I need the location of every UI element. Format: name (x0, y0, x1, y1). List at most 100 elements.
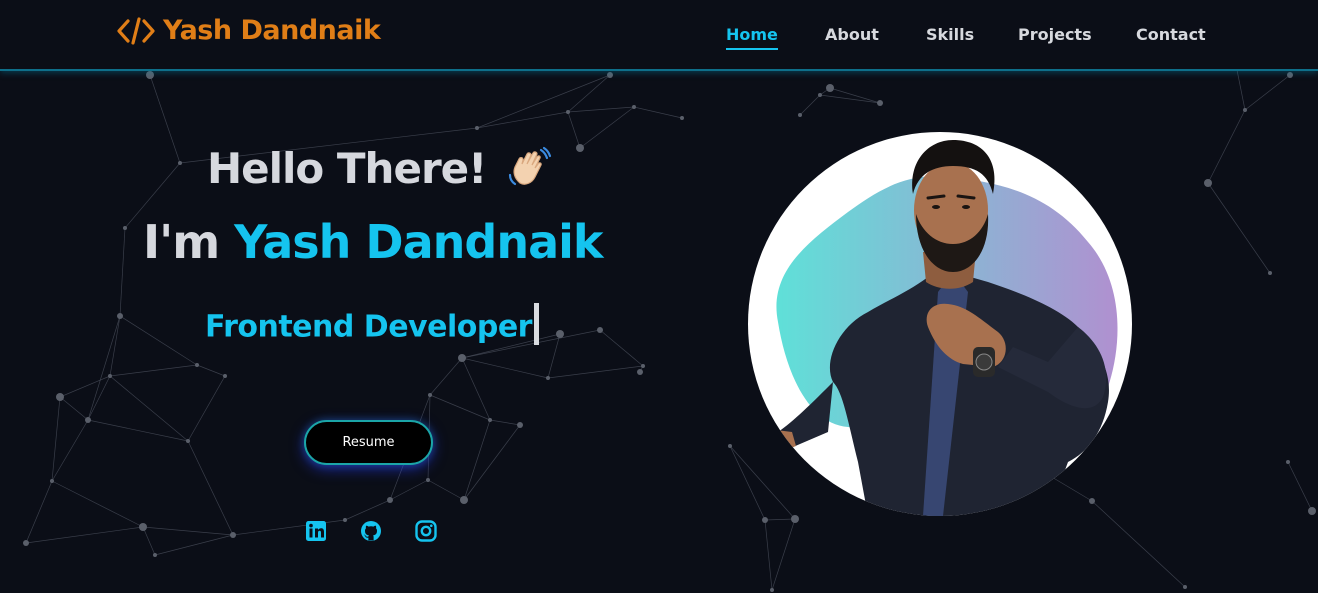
particle-dot (1268, 271, 1272, 275)
particle-link (579, 106, 635, 149)
particle-link (109, 364, 198, 377)
particle-dot (791, 515, 799, 523)
particle-dot (56, 393, 64, 401)
intro-prefix: I'm (143, 215, 220, 269)
particle-link (109, 375, 189, 442)
particle-link (567, 74, 611, 113)
particle-link (764, 519, 773, 591)
particle-dot (877, 100, 883, 106)
particle-dot (1183, 585, 1187, 589)
particle-link (764, 518, 796, 521)
particle-dot (460, 496, 468, 504)
particle-dot (1089, 498, 1095, 504)
particle-link (187, 375, 226, 442)
particle-link (547, 333, 561, 379)
particle-link (25, 526, 144, 544)
particle-dot (762, 517, 768, 523)
particle-dot (108, 374, 112, 378)
particle-link (461, 357, 491, 421)
particle-link (196, 364, 226, 377)
particle-dot (195, 363, 199, 367)
particle-dot (85, 417, 91, 423)
particle-link (729, 445, 766, 521)
particle-link (344, 499, 391, 521)
particle-link (119, 315, 198, 366)
code-brackets-icon (117, 16, 155, 45)
particle-dot (632, 105, 636, 109)
waving-hand-icon (508, 146, 552, 185)
particle-dot (139, 523, 147, 531)
particle-link (51, 480, 144, 528)
typing-cursor (533, 303, 539, 345)
nav-link-skills[interactable]: Skills (926, 25, 974, 44)
particle-link (429, 357, 463, 396)
particle-link (119, 227, 126, 317)
portfolio-page: Yash Dandnaik Home About Skills Projects… (0, 0, 1318, 593)
resume-button[interactable]: Resume (304, 420, 433, 465)
nav-link-home[interactable]: Home (726, 25, 778, 50)
particle-dot (556, 330, 564, 338)
particle-dot (826, 84, 834, 92)
github-icon[interactable] (360, 520, 382, 542)
brand-name: Yash Dandnaik (163, 15, 381, 46)
nav-link-projects[interactable]: Projects (1018, 25, 1092, 44)
particle-dot (728, 444, 732, 448)
linkedin-icon[interactable] (305, 520, 327, 542)
particle-link (1207, 182, 1271, 274)
particle-link (476, 74, 611, 129)
intro-name: Yash Dandnaik (234, 215, 603, 269)
profile-image (748, 132, 1132, 516)
role-typewriter: Frontend Developer (205, 303, 539, 349)
particle-dot (146, 71, 154, 79)
brand-logo[interactable]: Yash Dandnaik (117, 15, 381, 46)
particle-dot (680, 116, 684, 120)
particle-dot (1286, 460, 1290, 464)
particle-dot (117, 313, 123, 319)
particle-link (59, 396, 89, 421)
particle-link (547, 365, 644, 379)
particle-link (1091, 500, 1186, 588)
particle-link (429, 394, 491, 421)
particle-dot (153, 553, 157, 557)
particle-dot (798, 113, 802, 117)
particle-link (51, 396, 61, 482)
particle-dot (123, 226, 127, 230)
particle-dot (387, 497, 393, 503)
particle-dot (230, 532, 236, 538)
particle-link (1287, 461, 1313, 512)
greeting-heading: Hello There! (207, 144, 552, 195)
particle-link (427, 479, 465, 501)
particle-dot (1204, 179, 1212, 187)
particle-link (819, 94, 881, 104)
particle-link (87, 315, 121, 421)
particle-dot (475, 126, 479, 130)
particle-dot (50, 479, 54, 483)
particle-dot (23, 540, 29, 546)
particle-link (142, 526, 156, 556)
particle-dot (458, 354, 466, 362)
particle-link (729, 445, 796, 520)
nav-link-about[interactable]: About (825, 25, 879, 44)
particle-link (109, 315, 121, 377)
particle-link (187, 440, 234, 536)
particle-dot (1243, 108, 1247, 112)
navbar: Yash Dandnaik Home About Skills Projects… (0, 0, 1318, 71)
particle-dot (607, 72, 613, 78)
particle-link (154, 534, 234, 556)
particle-link (799, 94, 821, 116)
particle-dot (186, 439, 190, 443)
particle-link (1244, 74, 1291, 111)
particle-dot (223, 374, 227, 378)
nav-link-contact[interactable]: Contact (1136, 25, 1206, 44)
particle-link (476, 111, 569, 129)
particle-link (829, 87, 881, 104)
particle-link (59, 375, 111, 398)
particle-link (461, 357, 549, 379)
particle-dot (637, 369, 643, 375)
particle-link (633, 106, 683, 119)
particle-link (87, 419, 189, 442)
particle-link (25, 480, 53, 544)
particle-dot (641, 364, 645, 368)
instagram-icon[interactable] (415, 520, 437, 542)
particle-dot (576, 144, 584, 152)
